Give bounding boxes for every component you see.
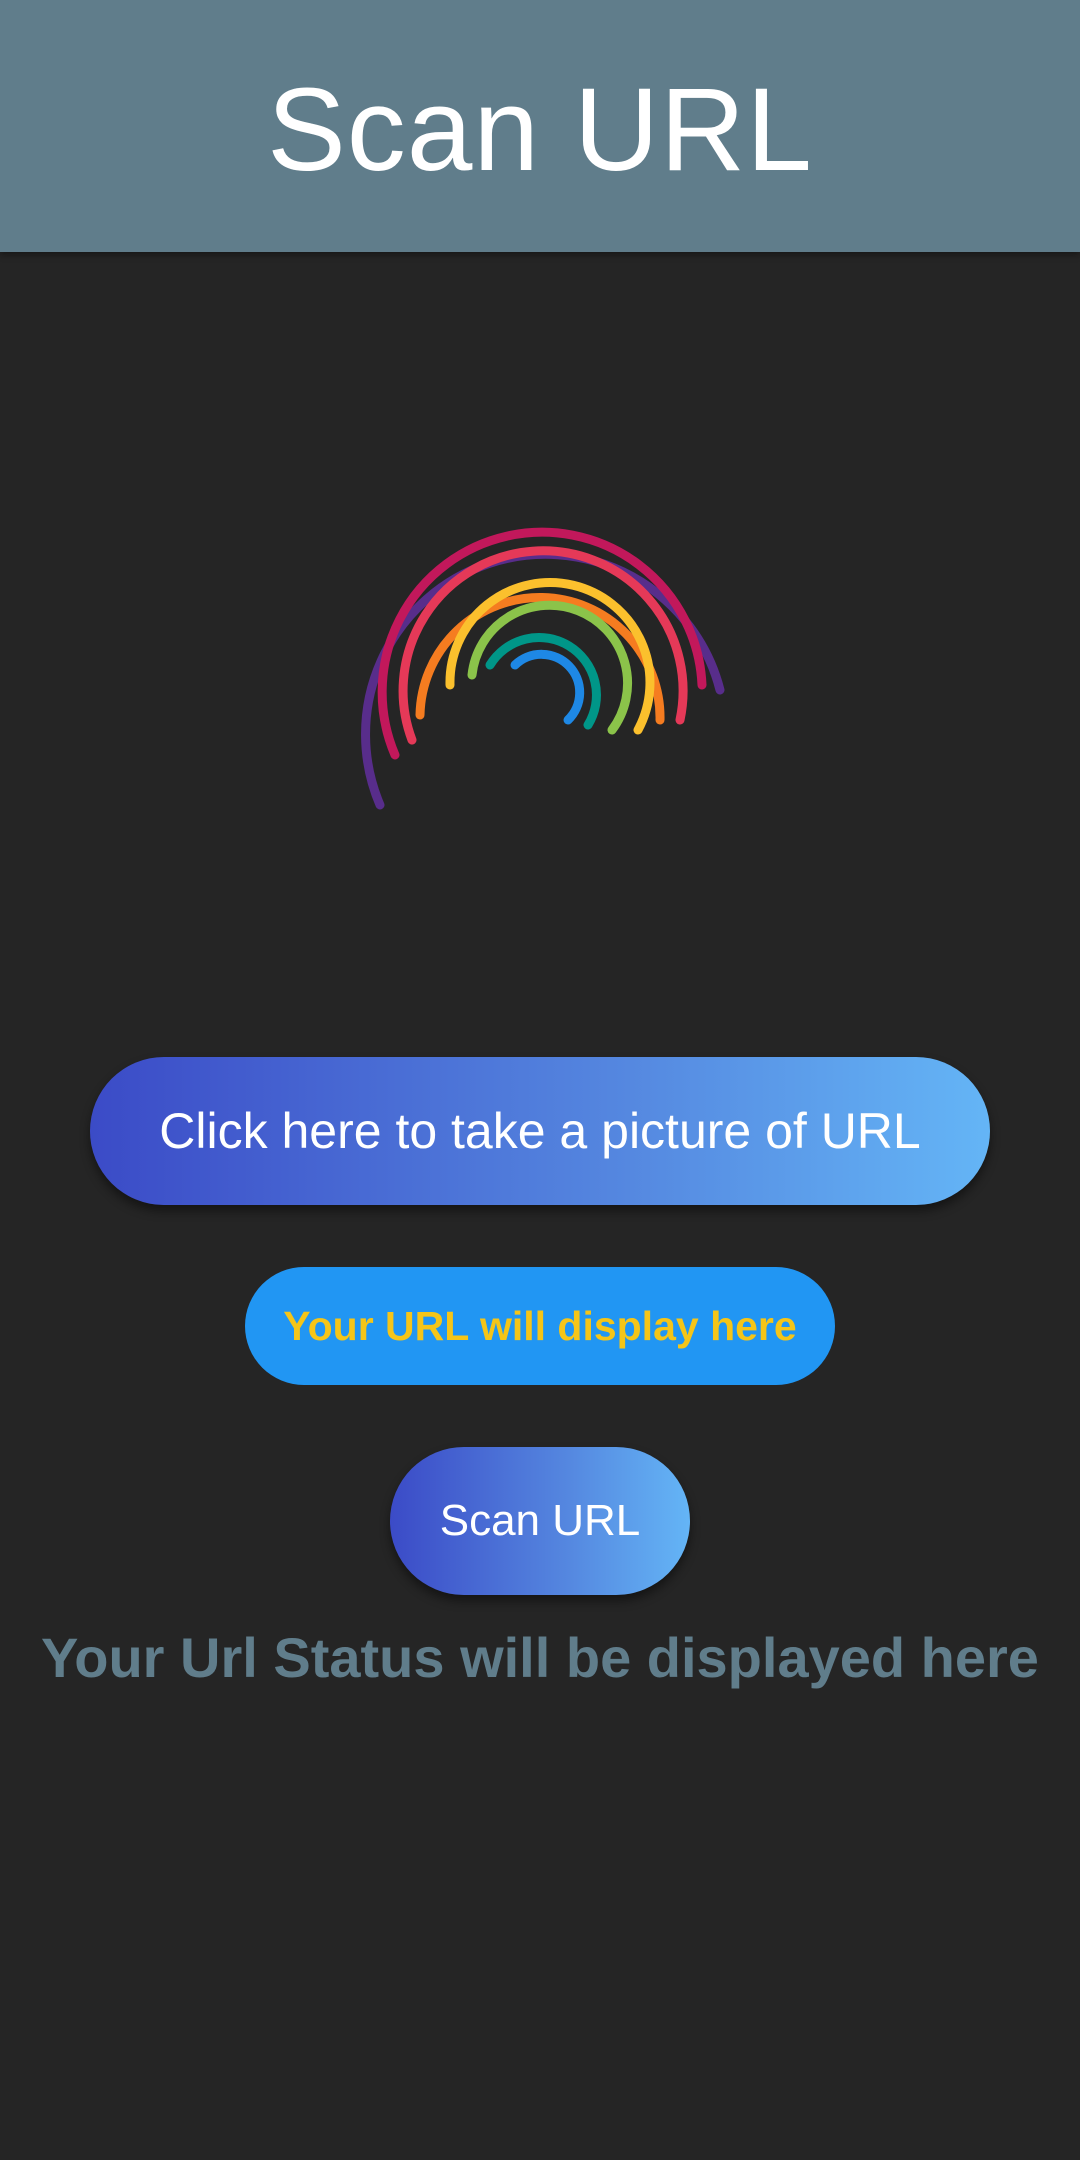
scan-url-button[interactable]: Scan URL — [390, 1447, 690, 1595]
app-bar: Scan URL — [0, 0, 1080, 252]
page-title: Scan URL — [267, 64, 813, 196]
take-picture-button-label: Click here to take a picture of URL — [159, 1103, 921, 1159]
url-display-label: Your URL will display here — [283, 1302, 797, 1349]
url-status-text: Your Url Status will be displayed here — [41, 1626, 1039, 1689]
spinner-arc-magenta — [377, 527, 707, 760]
spinner-arc-green — [467, 600, 633, 735]
url-display-button[interactable]: Your URL will display here — [245, 1267, 835, 1385]
loading-spinner-icon — [350, 515, 730, 815]
spinner-arc-blue — [510, 649, 585, 725]
take-picture-button[interactable]: Click here to take a picture of URL — [90, 1057, 990, 1205]
app-screen: Scan URL Click here to take a picture of… — [0, 0, 1080, 2160]
scan-url-button-label: Scan URL — [439, 1496, 641, 1545]
rainbow-spinner-graphic — [361, 527, 725, 810]
